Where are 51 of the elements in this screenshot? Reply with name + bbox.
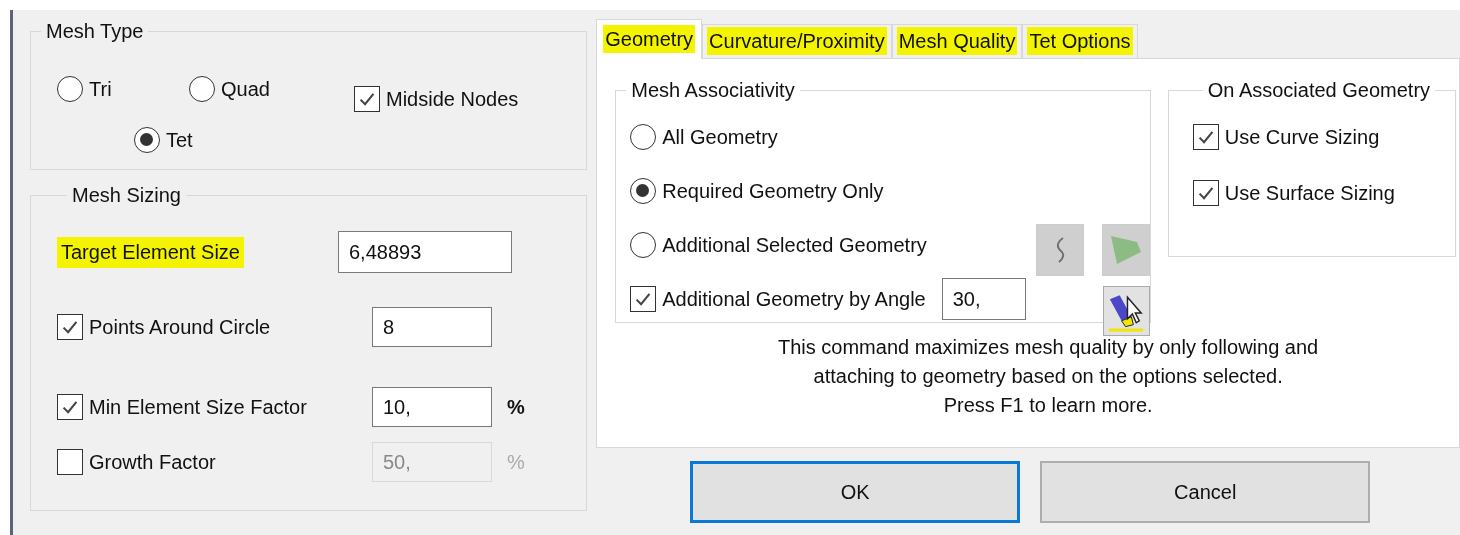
curve-icon [1054, 236, 1065, 264]
input-field[interactable]: 8 [372, 307, 492, 347]
tab[interactable]: Mesh Quality [891, 24, 1023, 58]
radio-option[interactable]: Tet [134, 115, 339, 165]
checkbox[interactable] [1192, 124, 1219, 150]
group-title: On Associated Geometry [1206, 79, 1432, 102]
checkbox-option[interactable]: Min Element Size Factor [57, 394, 372, 420]
radio-button[interactable] [630, 124, 657, 150]
dialog-button[interactable]: OK [690, 461, 1021, 523]
tab[interactable]: Curvature/Proximity [702, 24, 892, 58]
radio-option[interactable]: Quad [189, 63, 339, 115]
field-label: Target Element Size [57, 236, 244, 268]
radio-option[interactable]: Required Geometry Only [630, 164, 1026, 218]
input-field[interactable]: 6,48893 [338, 231, 512, 273]
checkmark-icon [61, 398, 79, 416]
pick-tool-button[interactable] [1102, 286, 1150, 336]
polygon-icon [1110, 236, 1141, 264]
checkbox[interactable] [57, 314, 83, 340]
radio-button[interactable] [630, 178, 657, 204]
tab[interactable]: Tet Options [1022, 24, 1138, 58]
input-field[interactable]: 10, [372, 387, 492, 427]
checkbox-option[interactable]: Points Around Circle [57, 314, 372, 340]
checkmark-icon [634, 290, 653, 308]
checkmark-icon [61, 318, 79, 336]
unit-label: % [507, 395, 525, 419]
checkbox[interactable] [630, 286, 657, 312]
radio-button[interactable] [189, 76, 215, 102]
group-title: Mesh Sizing [71, 184, 182, 207]
radio-option[interactable]: All Geometry [630, 110, 1026, 164]
checkbox-option[interactable]: Midside Nodes [354, 86, 587, 112]
input-field[interactable]: 30, [941, 278, 1026, 320]
checkbox[interactable] [354, 86, 380, 112]
checkbox[interactable] [1192, 180, 1219, 206]
checkbox[interactable] [57, 394, 83, 420]
radio-option[interactable]: Additional Selected Geometry [630, 218, 1026, 272]
checkmark-icon [358, 90, 376, 108]
radio-button[interactable] [57, 76, 83, 102]
checkmark-icon [1196, 128, 1215, 146]
unit-label: % [507, 450, 525, 474]
checkbox-option[interactable]: Use Surface Sizing [1192, 180, 1455, 206]
radio-option[interactable]: Tri [57, 63, 189, 115]
checkbox-option[interactable]: Use Curve Sizing [1192, 124, 1455, 150]
radio-button[interactable] [630, 232, 657, 258]
description-text: This command maximizes mesh quality by only following and attaching to geometry based on the options selected. Press F1 to learn more. [777, 335, 1320, 418]
checkbox-option[interactable]: Additional Geometry by Angle [630, 286, 926, 312]
dialog-button[interactable]: Cancel [1040, 461, 1371, 523]
tab[interactable]: Geometry [596, 19, 703, 59]
group-title: Mesh Associativity [630, 79, 796, 102]
group-title: Mesh Type [45, 20, 145, 43]
checkmark-icon [1196, 184, 1215, 202]
radio-button[interactable] [134, 127, 160, 153]
